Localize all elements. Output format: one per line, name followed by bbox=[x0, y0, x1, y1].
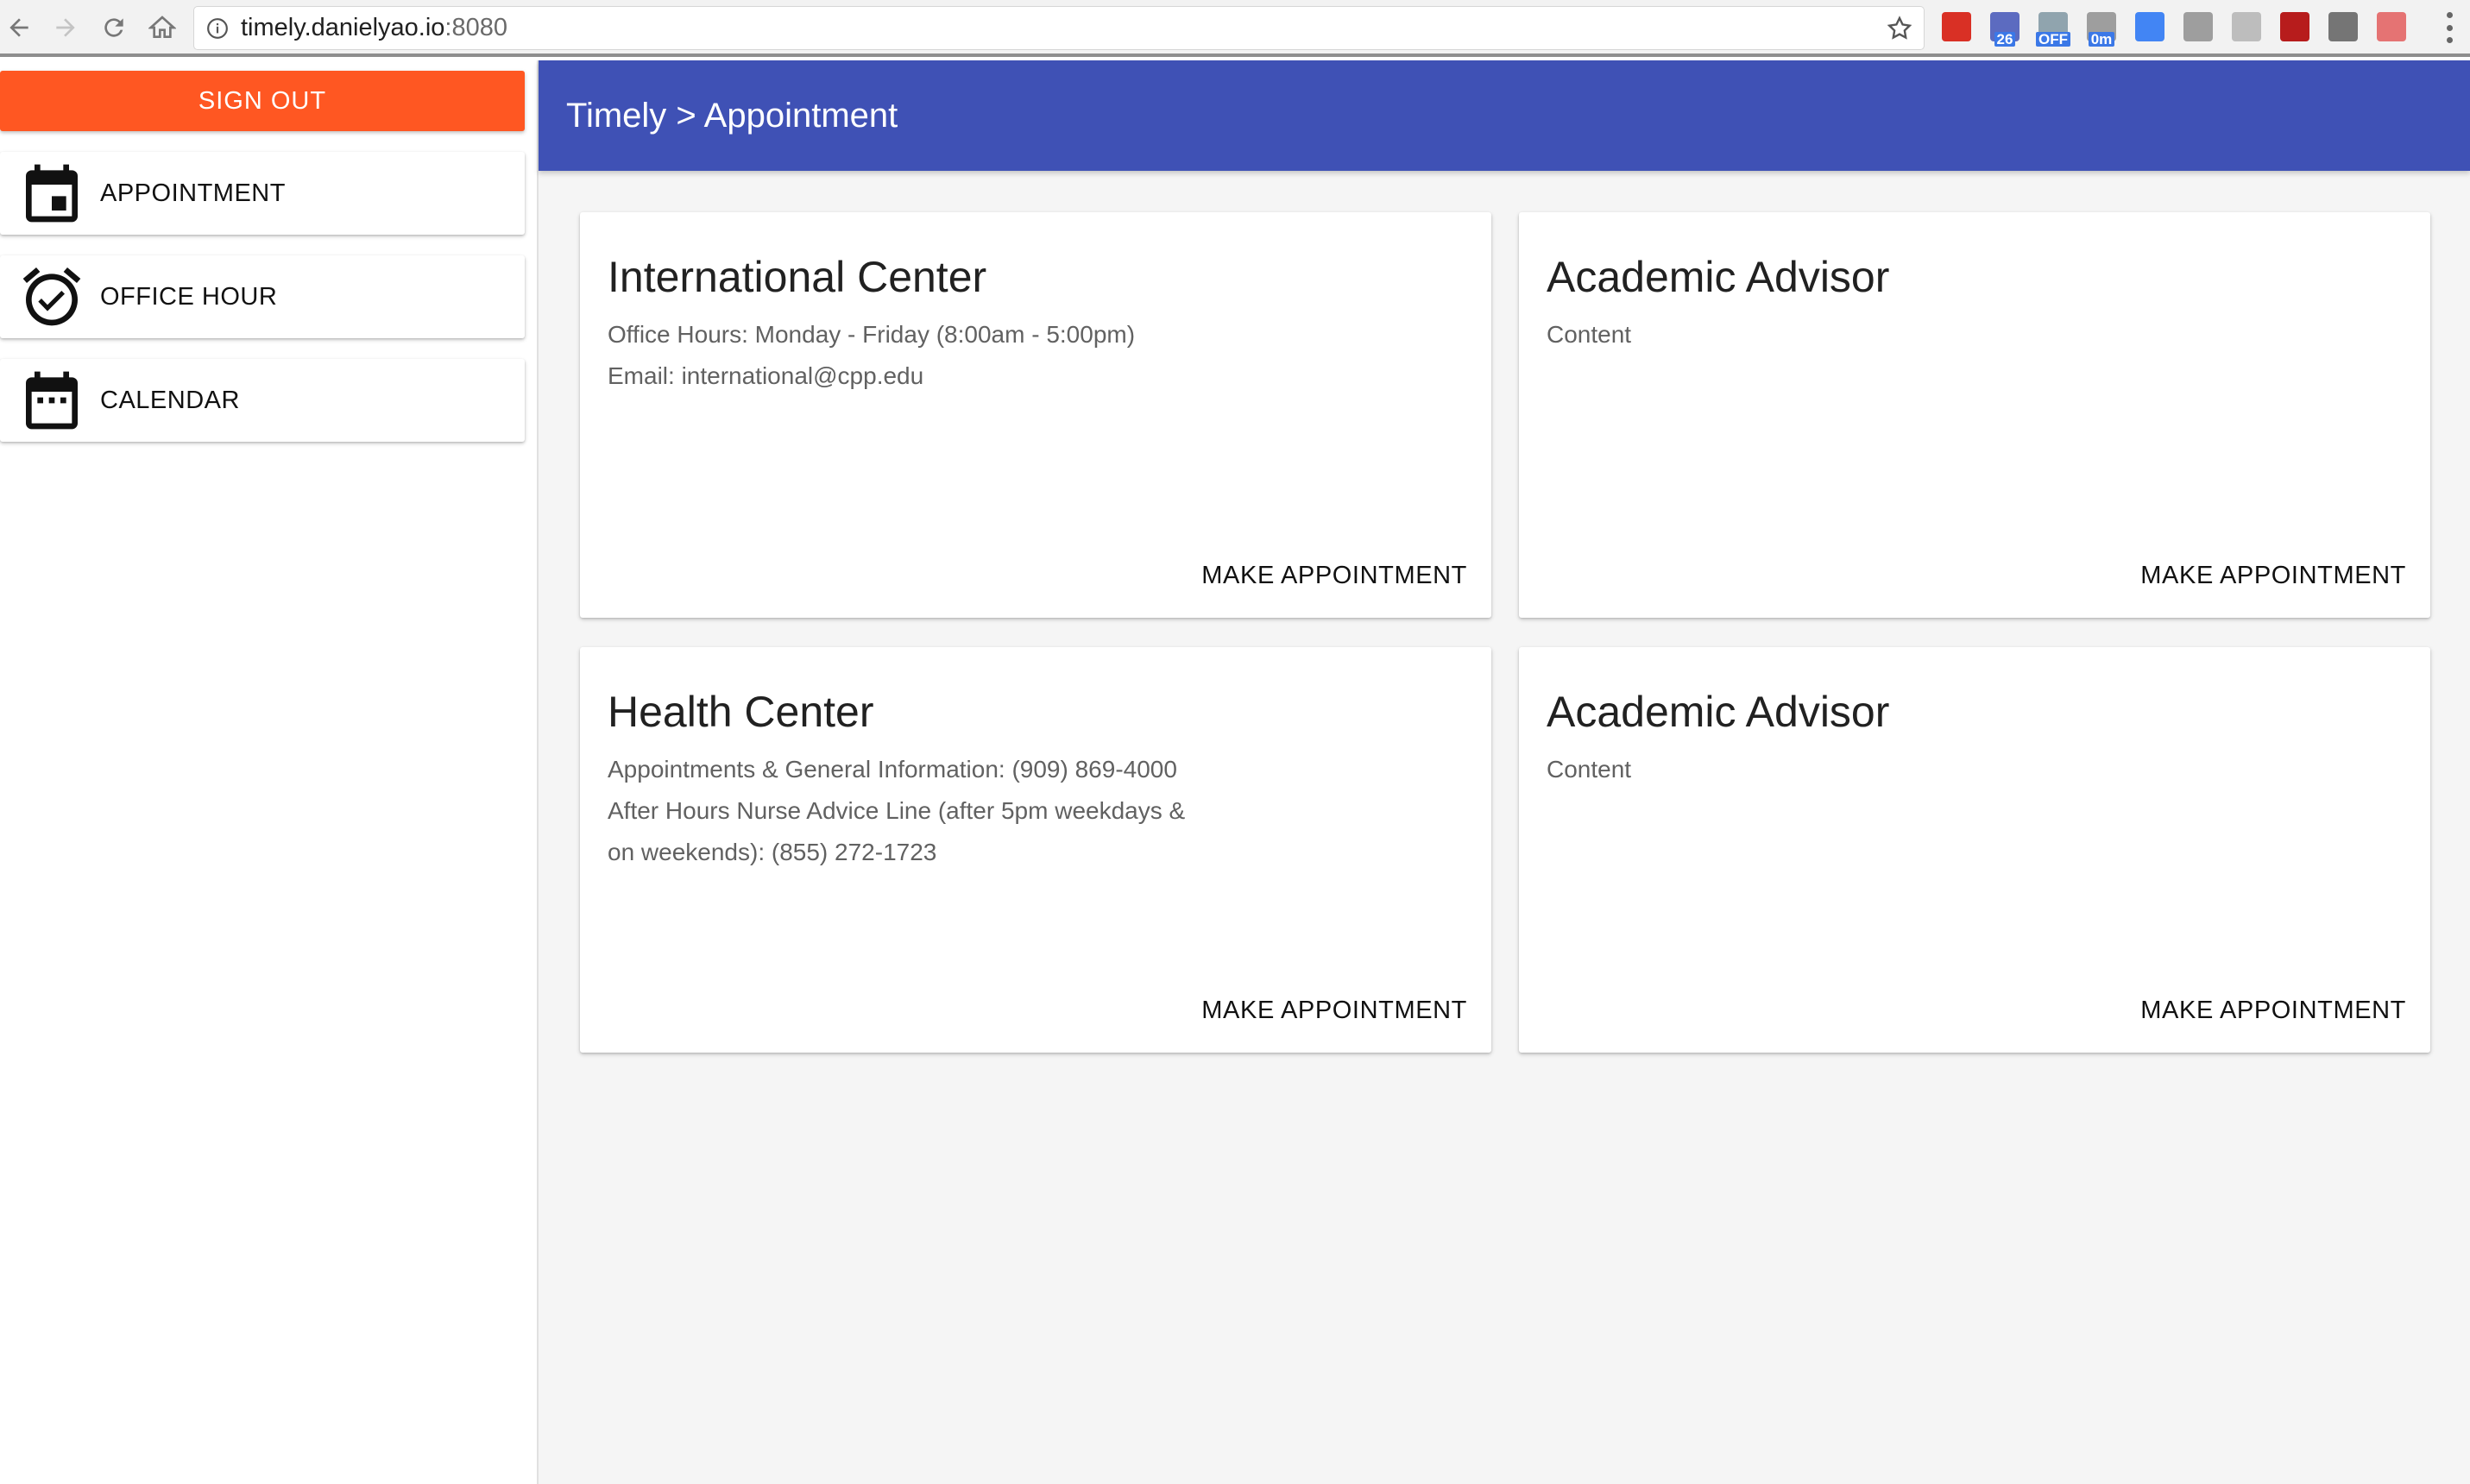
sidebar-item-appointment[interactable]: APPOINTMENT bbox=[0, 152, 525, 235]
card-academic-advisor: Academic Advisor Content MAKE APPOINTMEN… bbox=[1519, 212, 2430, 618]
card-text-line: on weekends): (855) 272-1723 bbox=[608, 839, 937, 865]
main-content: Timely > Appointment International Cente… bbox=[539, 60, 2470, 1484]
home-icon bbox=[148, 16, 176, 38]
card-body: Content bbox=[1547, 314, 2168, 355]
calendar-today-icon bbox=[17, 159, 86, 228]
ublock-extension-icon[interactable] bbox=[2280, 12, 2309, 41]
forward-button[interactable] bbox=[48, 10, 83, 45]
grey-extension-icon[interactable] bbox=[2232, 12, 2261, 41]
card-body: Content bbox=[1547, 749, 2168, 790]
reload-button[interactable] bbox=[97, 10, 131, 45]
card-title: Academic Advisor bbox=[1547, 688, 1890, 736]
card-title: International Center bbox=[608, 253, 987, 301]
card-text-line: Content bbox=[1547, 321, 1632, 348]
browser-toolbar: timely.danielyao.io:8080 26 OFF 0m bbox=[0, 0, 2470, 57]
url-host: timely.danielyao.io bbox=[241, 14, 445, 41]
make-appointment-button[interactable]: MAKE APPOINTMENT bbox=[2140, 558, 2406, 594]
extension-badge: 0m bbox=[2088, 32, 2115, 47]
circle-extension-icon[interactable] bbox=[2183, 12, 2213, 41]
calendar-month-icon bbox=[17, 366, 86, 435]
info-icon[interactable] bbox=[205, 16, 230, 41]
arrow-right-icon bbox=[56, 18, 75, 37]
make-appointment-button[interactable]: MAKE APPOINTMENT bbox=[2140, 993, 2406, 1028]
browser-menu-icon[interactable] bbox=[2444, 12, 2454, 43]
timer-extension-icon[interactable]: 0m bbox=[2087, 12, 2116, 47]
sidebar-item-label: CALENDAR bbox=[100, 386, 240, 414]
card-text-line: Appointments & General Information: (909… bbox=[608, 756, 1177, 783]
weather-extension-icon[interactable]: OFF bbox=[2036, 12, 2070, 47]
card-title: Health Center bbox=[608, 688, 874, 736]
url-text: timely.danielyao.io:8080 bbox=[241, 14, 507, 42]
page-title: Timely > Appointment bbox=[566, 96, 898, 135]
gmail-extension-icon[interactable] bbox=[1942, 12, 1971, 41]
extension-badge: 26 bbox=[1994, 32, 2016, 47]
red-extension-icon[interactable] bbox=[2377, 12, 2406, 41]
back-button[interactable] bbox=[2, 10, 36, 45]
app-bar: Timely > Appointment bbox=[539, 60, 2470, 171]
sidebar-item-label: APPOINTMENT bbox=[100, 179, 286, 207]
address-bar[interactable]: timely.danielyao.io:8080 bbox=[193, 6, 1925, 50]
list-extension-icon[interactable] bbox=[2328, 12, 2358, 41]
card-academic-advisor: Academic Advisor Content MAKE APPOINTMEN… bbox=[1519, 647, 2430, 1053]
sidebar-item-calendar[interactable]: CALENDAR bbox=[0, 359, 525, 442]
card-body: Office Hours: Monday - Friday (8:00am - … bbox=[608, 314, 1229, 397]
card-text-line: After Hours Nurse Advice Line (after 5pm… bbox=[608, 797, 1186, 824]
sidebar-item-label: OFFICE HOUR bbox=[100, 282, 278, 311]
make-appointment-button[interactable]: MAKE APPOINTMENT bbox=[1201, 558, 1467, 594]
home-button[interactable] bbox=[145, 10, 180, 45]
extension-badge: OFF bbox=[2036, 32, 2070, 47]
alarm-check-icon bbox=[17, 262, 86, 331]
card-text-line: Content bbox=[1547, 756, 1632, 783]
download-extension-icon[interactable] bbox=[2135, 12, 2164, 41]
card-international-center: International Center Office Hours: Monda… bbox=[580, 212, 1491, 618]
sidebar-item-office-hour[interactable]: OFFICE HOUR bbox=[0, 255, 525, 338]
make-appointment-button[interactable]: MAKE APPOINTMENT bbox=[1201, 993, 1467, 1028]
sign-out-button[interactable]: SIGN OUT bbox=[0, 71, 525, 131]
card-body: Appointments & General Information: (909… bbox=[608, 749, 1229, 873]
calendar-extension-icon[interactable]: 26 bbox=[1990, 12, 2019, 47]
sidebar: SIGN OUT APPOINTMENT OFFICE HOUR CALENDA… bbox=[0, 60, 539, 1484]
card-title: Academic Advisor bbox=[1547, 253, 1890, 301]
card-text-line: Office Hours: Monday - Friday (8:00am - … bbox=[608, 321, 1136, 348]
url-port: :8080 bbox=[444, 14, 507, 41]
card-text-line: Email: international@cpp.edu bbox=[608, 362, 924, 389]
bookmark-star-icon[interactable] bbox=[1886, 15, 1913, 42]
reload-icon bbox=[104, 18, 123, 37]
arrow-left-icon bbox=[9, 18, 28, 37]
card-health-center: Health Center Appointments & General Inf… bbox=[580, 647, 1491, 1053]
